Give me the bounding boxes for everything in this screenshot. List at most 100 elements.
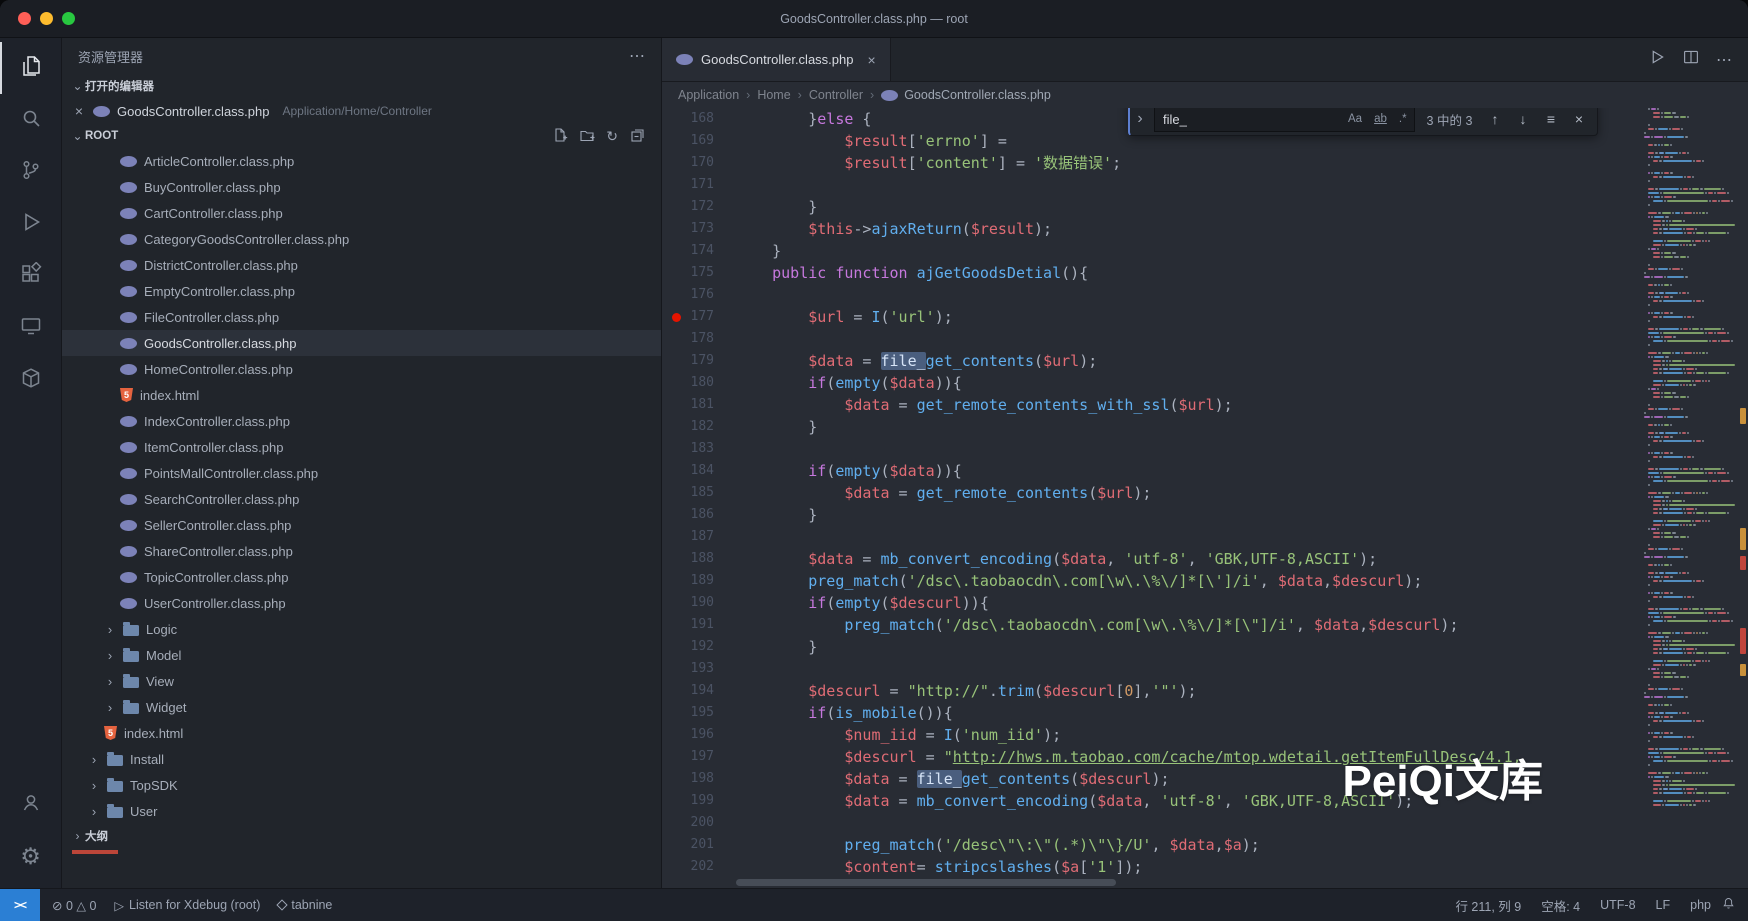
tree-item[interactable]: EmptyController.class.php [62,278,661,304]
activity-accounts[interactable] [0,778,62,830]
split-editor-icon[interactable] [1682,48,1700,71]
toggle-replace-icon[interactable]: › [1134,110,1146,128]
activity-source-control[interactable] [0,146,62,198]
line-gutter[interactable]: 168 [662,108,736,130]
line-gutter[interactable]: 180 [662,372,736,394]
line-gutter[interactable]: 185 [662,482,736,504]
line-gutter[interactable]: 186 [662,504,736,526]
tree-item[interactable]: ArticleController.class.php [62,148,661,174]
breakpoint-icon[interactable] [672,313,681,322]
tree-item[interactable]: ItemController.class.php [62,434,661,460]
breadcrumb-item[interactable]: Home [757,88,790,102]
line-gutter[interactable]: 192 [662,636,736,658]
tree-item[interactable]: ShareController.class.php [62,538,661,564]
refresh-icon[interactable]: ↻ [606,129,618,143]
line-gutter[interactable]: 177 [662,306,736,328]
tree-item[interactable]: SellerController.class.php [62,512,661,538]
line-gutter[interactable]: 194 [662,680,736,702]
minimap[interactable] [1640,108,1736,888]
open-editors-header[interactable]: ⌄ 打开的编辑器 [62,74,661,98]
tree-item[interactable]: UserController.class.php [62,590,661,616]
line-gutter[interactable]: 183 [662,438,736,460]
tree-item[interactable]: ›Install [62,746,661,772]
line-gutter[interactable]: 178 [662,328,736,350]
breadcrumb-item[interactable]: GoodsController.class.php [881,88,1051,102]
run-or-debug-icon[interactable] [1648,48,1666,71]
notifications-bell-icon[interactable] [1721,896,1748,914]
more-actions-icon[interactable]: ⋯ [629,46,645,66]
find-in-selection-button[interactable]: ≡ [1541,111,1561,127]
tree-item[interactable]: ›Model [62,642,661,668]
activity-extensions[interactable] [0,250,62,302]
tree-item[interactable]: CartController.class.php [62,200,661,226]
tree-item[interactable]: GoodsController.class.php [62,330,661,356]
outline-header[interactable]: › 大纲 [62,824,661,848]
whole-word-toggle[interactable]: ab [1371,112,1390,126]
line-gutter[interactable]: 199 [662,790,736,812]
regex-toggle[interactable]: .* [1396,112,1410,126]
line-gutter[interactable]: 191 [662,614,736,636]
line-gutter[interactable]: 172 [662,196,736,218]
tree-item[interactable]: HomeController.class.php [62,356,661,382]
find-next-button[interactable]: ↓ [1513,111,1533,127]
new-folder-icon[interactable] [579,127,595,146]
status-item-problems[interactable]: ⊘ 0 △ 0 [52,898,96,913]
line-gutter[interactable]: 176 [662,284,736,306]
minimize-window-button[interactable] [40,12,53,25]
line-gutter[interactable]: 170 [662,152,736,174]
activity-run-debug[interactable] [0,198,62,250]
tree-item[interactable]: ›Widget [62,694,661,720]
line-gutter[interactable]: 171 [662,174,736,196]
tree-item[interactable]: 5index.html [62,382,661,408]
horizontal-scrollbar[interactable] [736,879,1116,886]
status-item-eol[interactable]: LF [1656,898,1671,912]
status-item-xdebug-listener[interactable]: ▷Listen for Xdebug (root) [114,898,260,913]
activity-search[interactable] [0,94,62,146]
tree-item[interactable]: ›TopSDK [62,772,661,798]
remote-indicator[interactable]: >< [0,889,40,921]
status-item-encoding[interactable]: UTF-8 [1600,898,1635,912]
status-item-language-mode[interactable]: php [1690,898,1711,912]
find-close-button[interactable]: × [1569,111,1589,127]
close-icon[interactable]: × [72,103,86,119]
breadcrumb-item[interactable]: Controller [809,88,863,102]
match-case-toggle[interactable]: Aa [1345,112,1365,126]
tree-item[interactable]: PointsMallController.class.php [62,460,661,486]
line-gutter[interactable]: 189 [662,570,736,592]
activity-settings[interactable]: ⚙ [0,830,62,882]
zoom-window-button[interactable] [62,12,75,25]
line-gutter[interactable]: 173 [662,218,736,240]
collapse-all-icon[interactable] [629,127,645,146]
status-item-cursor-position[interactable]: 行 211, 列 9 [1455,896,1521,915]
breadcrumb-item[interactable]: Application [678,88,739,102]
tree-item[interactable]: 5index.html [62,720,661,746]
line-gutter[interactable]: 181 [662,394,736,416]
find-previous-button[interactable]: ↑ [1485,111,1505,127]
activity-remote-explorer[interactable] [0,302,62,354]
close-window-button[interactable] [18,12,31,25]
find-input[interactable] [1163,112,1339,127]
tree-item[interactable]: ›User [62,798,661,824]
tree-item[interactable]: FileController.class.php [62,304,661,330]
tree-item[interactable]: BuyController.class.php [62,174,661,200]
line-gutter[interactable]: 193 [662,658,736,680]
line-gutter[interactable]: 201 [662,834,736,856]
more-actions-icon[interactable]: ⋯ [1716,50,1732,70]
line-gutter[interactable]: 188 [662,548,736,570]
line-gutter[interactable]: 174 [662,240,736,262]
status-item-tabnine[interactable]: tabnine [278,898,332,912]
line-gutter[interactable]: 197 [662,746,736,768]
root-folder-header[interactable]: ⌄ ROOT ↻ [62,124,661,148]
tree-item[interactable]: ›View [62,668,661,694]
tab-goodscontroller[interactable]: GoodsController.class.php × [662,38,891,81]
status-item-indentation[interactable]: 空格: 4 [1541,896,1580,915]
line-gutter[interactable]: 195 [662,702,736,724]
line-gutter[interactable]: 198 [662,768,736,790]
tree-item[interactable]: TopicController.class.php [62,564,661,590]
tree-item[interactable]: DistrictController.class.php [62,252,661,278]
line-gutter[interactable]: 187 [662,526,736,548]
line-gutter[interactable]: 196 [662,724,736,746]
activity-package[interactable] [0,354,62,406]
line-gutter[interactable]: 200 [662,812,736,834]
activity-explorer[interactable] [0,42,62,94]
